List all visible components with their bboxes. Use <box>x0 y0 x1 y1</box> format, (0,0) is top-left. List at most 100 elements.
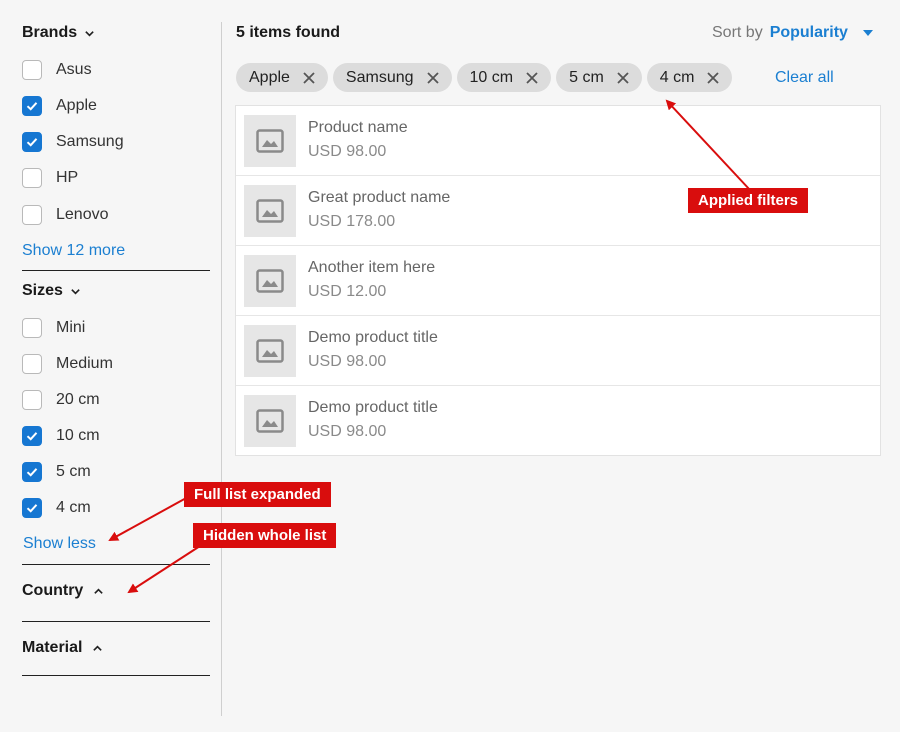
checkbox-checked[interactable] <box>22 498 42 518</box>
checkbox-checked[interactable] <box>22 462 42 482</box>
checkbox[interactable] <box>22 318 42 338</box>
size-option-4cm[interactable]: 4 cm <box>22 497 91 519</box>
product-name: Demo product title <box>308 329 438 346</box>
size-option-medium[interactable]: Medium <box>22 353 113 375</box>
image-placeholder-icon <box>256 409 284 433</box>
image-placeholder-icon <box>256 129 284 153</box>
filter-chip: 5 cm <box>556 63 642 92</box>
size-option-mini[interactable]: Mini <box>22 317 85 339</box>
checkbox-checked[interactable] <box>22 132 42 152</box>
close-icon[interactable] <box>525 71 539 85</box>
close-icon[interactable] <box>706 71 720 85</box>
chip-label: 10 cm <box>469 68 514 86</box>
check-icon <box>26 504 38 513</box>
section-divider <box>22 675 210 676</box>
country-header[interactable]: Country <box>22 582 104 600</box>
checkbox-checked[interactable] <box>22 426 42 446</box>
brand-option-lenovo[interactable]: Lenovo <box>22 204 109 226</box>
checkbox[interactable] <box>22 354 42 374</box>
option-label: Samsung <box>56 133 124 150</box>
option-label: Medium <box>56 355 113 372</box>
checkbox[interactable] <box>22 168 42 188</box>
section-divider <box>22 270 210 271</box>
sizes-header[interactable]: Sizes <box>22 282 81 300</box>
product-name: Demo product title <box>308 399 438 416</box>
option-label: 10 cm <box>56 427 100 444</box>
annotation-applied-filters: Applied filters <box>688 188 809 213</box>
brand-option-apple[interactable]: Apple <box>22 95 97 117</box>
caret-down-icon[interactable] <box>862 30 873 36</box>
list-item[interactable]: Another item here USD 12.00 <box>236 246 880 316</box>
arrow-hidden-whole-list <box>127 545 201 594</box>
list-item[interactable]: Demo product title USD 98.00 <box>236 316 880 386</box>
country-title: Country <box>22 582 84 599</box>
results-count: 5 items found <box>236 24 341 41</box>
option-label: Asus <box>56 61 92 78</box>
filter-chip: Samsung <box>332 63 452 92</box>
close-icon[interactable] <box>616 71 630 85</box>
product-thumbnail <box>244 185 296 237</box>
product-price: USD 12.00 <box>308 283 387 300</box>
list-item[interactable]: Demo product title USD 98.00 <box>236 386 880 456</box>
image-placeholder-icon <box>256 199 284 223</box>
show-more-link[interactable]: Show 12 more <box>22 242 125 260</box>
image-placeholder-icon <box>256 269 284 293</box>
product-thumbnail <box>244 395 296 447</box>
brand-option-samsung[interactable]: Samsung <box>22 131 124 153</box>
filter-chip: 4 cm <box>646 63 733 92</box>
checkbox[interactable] <box>22 390 42 410</box>
product-price: USD 98.00 <box>308 353 387 370</box>
filter-chip: 10 cm <box>456 63 552 92</box>
size-option-20cm[interactable]: 20 cm <box>22 389 100 411</box>
size-option-10cm[interactable]: 10 cm <box>22 425 100 447</box>
option-label: Mini <box>56 319 86 336</box>
sort-value[interactable]: Popularity <box>770 24 848 42</box>
chevron-down-icon <box>71 288 80 295</box>
check-icon <box>26 432 38 441</box>
arrow-full-list-expanded <box>108 496 189 541</box>
check-icon <box>26 138 38 147</box>
chevron-down-icon <box>85 30 94 37</box>
checkbox[interactable] <box>22 60 42 80</box>
chip-label: 4 cm <box>659 68 695 86</box>
close-icon[interactable] <box>302 71 316 85</box>
sort-label: Sort by <box>712 24 763 41</box>
chip-label: Apple <box>249 68 290 86</box>
brand-option-hp[interactable]: HP <box>22 167 78 189</box>
image-placeholder-icon <box>256 339 284 363</box>
option-label: 20 cm <box>56 391 100 408</box>
chip-label: 5 cm <box>569 68 604 86</box>
product-thumbnail <box>244 255 296 307</box>
product-name: Another item here <box>308 259 436 276</box>
section-divider <box>22 621 210 622</box>
close-icon[interactable] <box>426 71 440 85</box>
option-label: 4 cm <box>56 499 91 516</box>
section-divider <box>22 564 210 565</box>
product-name: Product name <box>308 119 408 136</box>
list-item[interactable]: Product name USD 98.00 <box>236 106 880 176</box>
option-label: HP <box>56 169 79 186</box>
check-icon <box>26 102 38 111</box>
clear-all-link[interactable]: Clear all <box>775 69 834 87</box>
brands-title: Brands <box>22 24 78 41</box>
annotation-full-list-expanded: Full list expanded <box>184 482 331 507</box>
chevron-up-icon <box>94 587 104 594</box>
size-option-5cm[interactable]: 5 cm <box>22 461 91 483</box>
option-label: Lenovo <box>56 206 109 223</box>
material-title: Material <box>22 639 83 656</box>
check-icon <box>26 468 38 477</box>
material-header[interactable]: Material <box>22 639 103 657</box>
checkbox[interactable] <box>22 205 42 225</box>
brand-option-asus[interactable]: Asus <box>22 59 92 81</box>
product-price: USD 178.00 <box>308 213 396 230</box>
checkbox-checked[interactable] <box>22 96 42 116</box>
filter-chip: Apple <box>236 63 328 92</box>
product-price: USD 98.00 <box>308 143 387 160</box>
product-thumbnail <box>244 325 296 377</box>
product-thumbnail <box>244 115 296 167</box>
sort-control[interactable]: Sort by Popularity <box>712 24 873 42</box>
chevron-up-icon <box>93 644 103 651</box>
show-less-link[interactable]: Show less <box>23 535 96 553</box>
option-label: 5 cm <box>56 463 91 480</box>
brands-header[interactable]: Brands <box>22 24 95 42</box>
